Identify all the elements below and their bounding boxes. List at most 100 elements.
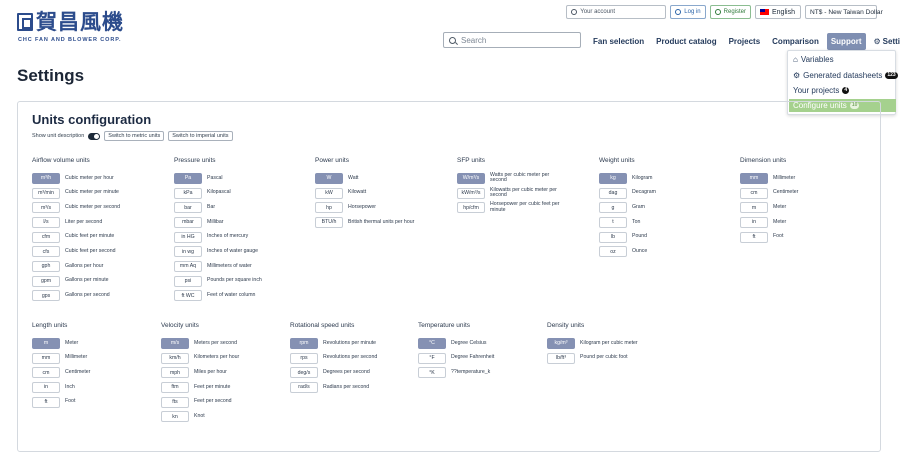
unit-option[interactable]: ftm Feet per minute [161,380,239,395]
unit-option[interactable]: in HG Inches of mercury [174,230,262,245]
unit-option[interactable]: °K ??temperature_k [418,365,494,380]
unit-code-chip[interactable]: BTU/h [315,216,343,228]
unit-option[interactable]: W Watt [315,171,414,186]
unit-option[interactable]: kW Kilowatt [315,186,414,201]
unit-code-chip[interactable]: cm [740,187,768,199]
unit-code-chip[interactable]: kW/m³/s [457,187,485,199]
language-select[interactable]: English [755,5,801,19]
unit-code-chip[interactable]: mm Aq [174,260,202,272]
unit-option[interactable]: Pa Pascal [174,171,262,186]
unit-code-chip[interactable]: ft [740,231,768,243]
unit-option[interactable]: kn Knot [161,409,239,424]
unit-code-chip[interactable]: cfs [32,246,60,258]
show-description-toggle[interactable] [88,132,101,140]
brand-logo[interactable]: 賀昌風機 CHC FAN AND BLOWER CORP. [17,10,127,44]
unit-option[interactable]: fts Feet per second [161,395,239,410]
unit-option[interactable]: m³/min Cubic meter per minute [32,186,120,201]
unit-option[interactable]: m³/h Cubic meter per hour [32,171,120,186]
nav-comparison[interactable]: Comparison [768,33,823,50]
unit-option[interactable]: t Ton [599,215,656,230]
imperial-units-button[interactable]: Switch to imperial units [168,131,233,141]
unit-code-chip[interactable]: °C [418,337,446,349]
login-button[interactable]: Log in [670,5,706,19]
unit-code-chip[interactable]: lb/ft³ [547,352,575,364]
unit-code-chip[interactable]: kW [315,187,343,199]
unit-option[interactable]: W/m³/s Watts per cubic meter per second [457,171,560,186]
unit-option[interactable]: rpm Revolutions per minute [290,336,377,351]
unit-option[interactable]: l/s Liter per second [32,215,120,230]
unit-code-chip[interactable]: g [599,202,627,214]
unit-option[interactable]: mbar Millibar [174,215,262,230]
unit-option[interactable]: bar Bar [174,200,262,215]
nav-settings[interactable]: ⚙Settings [870,33,900,50]
unit-option[interactable]: hp/cfm Horsepower per cubic feet per minu… [457,200,560,215]
unit-code-chip[interactable]: m/s [161,337,189,349]
unit-code-chip[interactable]: fts [161,396,189,408]
unit-option[interactable]: rps Revolutions per second [290,351,377,366]
unit-option[interactable]: gps Gallons per second [32,289,120,304]
unit-option[interactable]: hp Horsepower [315,200,414,215]
unit-code-chip[interactable]: mbar [174,216,202,228]
unit-code-chip[interactable]: m³/min [32,187,60,199]
unit-option[interactable]: m Meter [32,336,90,351]
unit-option[interactable]: kg/m³ Kilogram per cubic meter [547,336,638,351]
unit-code-chip[interactable]: m³/h [32,172,60,184]
unit-code-chip[interactable]: lb [599,231,627,243]
unit-code-chip[interactable]: mm [32,352,60,364]
unit-option[interactable]: m Meter [740,200,798,215]
unit-code-chip[interactable]: ft [32,396,60,408]
unit-code-chip[interactable]: gps [32,290,60,302]
unit-code-chip[interactable]: in [32,381,60,393]
unit-code-chip[interactable]: °F [418,352,446,364]
unit-option[interactable]: ft WC Feet of water column [174,289,262,304]
unit-code-chip[interactable]: cfm [32,231,60,243]
unit-option[interactable]: dag Decagram [599,186,656,201]
dropdown-item-datasheets[interactable]: ⚙ Generated datasheets 123 [793,71,898,80]
unit-code-chip[interactable]: t [599,216,627,228]
search-input[interactable]: Search [443,32,581,48]
unit-code-chip[interactable]: cm [32,367,60,379]
unit-code-chip[interactable]: m [32,337,60,349]
unit-code-chip[interactable]: °K [418,367,446,379]
nav-projects[interactable]: Projects [725,33,765,50]
unit-option[interactable]: mm Millimeter [32,351,90,366]
unit-option[interactable]: ft Foot [740,230,798,245]
unit-code-chip[interactable]: km/h [161,352,189,364]
unit-code-chip[interactable]: ftm [161,381,189,393]
unit-code-chip[interactable]: rps [290,352,318,364]
nav-product-catalog[interactable]: Product catalog [652,33,720,50]
unit-option[interactable]: in wg Inches of water gauge [174,244,262,259]
unit-option[interactable]: g Gram [599,200,656,215]
unit-code-chip[interactable]: ft WC [174,290,202,302]
unit-option[interactable]: cfs Cubic feet per second [32,244,120,259]
unit-option[interactable]: mm Millimeter [740,171,798,186]
unit-code-chip[interactable]: m [740,202,768,214]
unit-code-chip[interactable]: Pa [174,172,202,184]
unit-code-chip[interactable]: kg/m³ [547,337,575,349]
unit-option[interactable]: °C Degree Celsius [418,336,494,351]
unit-code-chip[interactable]: kn [161,411,189,423]
unit-code-chip[interactable]: oz [599,246,627,258]
unit-option[interactable]: oz Ounce [599,244,656,259]
unit-option[interactable]: BTU/h British thermal units per hour [315,215,414,230]
unit-code-chip[interactable]: l/s [32,216,60,228]
unit-option[interactable]: m³/s Cubic meter per second [32,200,120,215]
unit-option[interactable]: gph Gallons per hour [32,259,120,274]
unit-option[interactable]: m/s Meters per second [161,336,239,351]
unit-code-chip[interactable]: rpm [290,337,318,349]
unit-option[interactable]: kW/m³/s Kilowatts per cubic meter per sec… [457,186,560,201]
unit-option[interactable]: lb Pound [599,230,656,245]
nav-fan-selection[interactable]: Fan selection [589,33,648,50]
register-button[interactable]: Register [709,5,751,19]
unit-code-chip[interactable]: deg/s [290,367,318,379]
unit-code-chip[interactable]: in HG [174,231,202,243]
dropdown-item-variables[interactable]: ⌂ Variables [793,55,834,64]
unit-option[interactable]: rad/s Radians per second [290,380,377,395]
unit-code-chip[interactable]: psi [174,275,202,287]
unit-code-chip[interactable]: mm [740,172,768,184]
unit-option[interactable]: in Inch [32,380,90,395]
unit-option[interactable]: gpm Gallons per minute [32,274,120,289]
unit-option[interactable]: cfm Cubic feet per minute [32,230,120,245]
unit-code-chip[interactable]: mph [161,367,189,379]
unit-option[interactable]: kg Kilogram [599,171,656,186]
